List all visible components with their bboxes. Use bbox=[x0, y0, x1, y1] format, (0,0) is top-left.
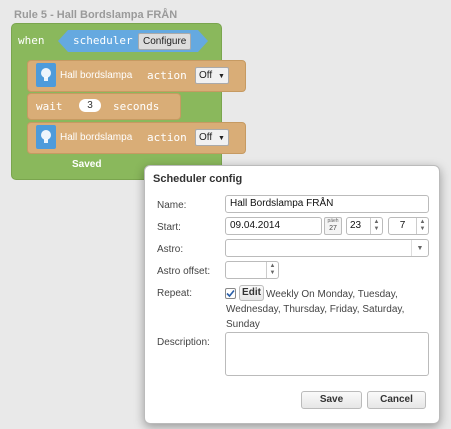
action-value-1: Off bbox=[199, 70, 213, 81]
astro-offset-label: Astro offset: bbox=[157, 266, 211, 277]
chevron-down-icon: ▼ bbox=[411, 240, 428, 256]
action-label-2: action bbox=[147, 131, 187, 144]
start-minute-spinner[interactable]: 7 ▲ ▼ bbox=[388, 217, 429, 235]
chevron-down-icon: ▼ bbox=[217, 73, 225, 80]
repeat-summary: Weekly On Monday, Tuesday, Wednesday, Th… bbox=[226, 289, 405, 330]
saved-status: Saved bbox=[72, 159, 102, 170]
save-button[interactable]: Save bbox=[301, 391, 362, 409]
action-dropdown-1[interactable]: Off ▼ bbox=[195, 67, 229, 84]
name-label: Name: bbox=[157, 200, 187, 211]
astro-offset-spinner[interactable]: ▲ ▼ bbox=[225, 261, 279, 279]
spinner-arrows-icon[interactable]: ▲ ▼ bbox=[266, 262, 278, 278]
action-value-2: Off bbox=[199, 132, 213, 143]
description-textarea[interactable] bbox=[225, 332, 429, 376]
astro-value bbox=[226, 240, 411, 256]
scheduler-label: scheduler bbox=[73, 34, 133, 47]
astro-select[interactable]: ▼ bbox=[225, 239, 429, 257]
start-minute-value: 7 bbox=[399, 220, 406, 231]
description-label: Description: bbox=[157, 337, 210, 348]
device-name-2: Hall bordslampa bbox=[60, 132, 133, 143]
cancel-button[interactable]: Cancel bbox=[367, 391, 426, 409]
spinner-arrows-icon[interactable]: ▲ ▼ bbox=[416, 218, 428, 234]
astro-offset-value bbox=[226, 262, 266, 278]
lightbulb-icon bbox=[36, 63, 56, 87]
wait-label: wait bbox=[36, 100, 63, 113]
configure-button[interactable]: Configure bbox=[138, 33, 192, 50]
start-hour-value: 23 bbox=[350, 220, 362, 231]
when-label: when bbox=[18, 34, 45, 47]
name-input[interactable]: Hall Bordslampa FRÅN bbox=[225, 195, 429, 213]
wait-unit: seconds bbox=[113, 100, 160, 113]
start-hour-spinner[interactable]: 23 ▲ ▼ bbox=[346, 217, 383, 235]
wait-value-input[interactable]: 3 bbox=[79, 99, 101, 112]
device-name-1: Hall bordslampa bbox=[60, 70, 133, 81]
calendar-day: 27 bbox=[329, 225, 337, 232]
action-dropdown-2[interactable]: Off ▼ bbox=[195, 129, 229, 146]
astro-label: Astro: bbox=[157, 244, 184, 255]
dialog-title: Scheduler config bbox=[153, 173, 243, 185]
lightbulb-icon bbox=[36, 125, 56, 149]
rule-title: Rule 5 - Hall Bordslampa FRÅN bbox=[14, 9, 178, 21]
action-label-1: action bbox=[147, 69, 187, 82]
chevron-down-icon: ▼ bbox=[217, 135, 225, 142]
repeat-label: Repeat: bbox=[157, 288, 193, 299]
start-date-input[interactable]: 09.04.2014 bbox=[225, 217, 322, 235]
spinner-arrows-icon[interactable]: ▲ ▼ bbox=[370, 218, 382, 234]
start-label: Start: bbox=[157, 222, 181, 233]
calendar-icon[interactable]: päeh 27 bbox=[324, 217, 342, 235]
